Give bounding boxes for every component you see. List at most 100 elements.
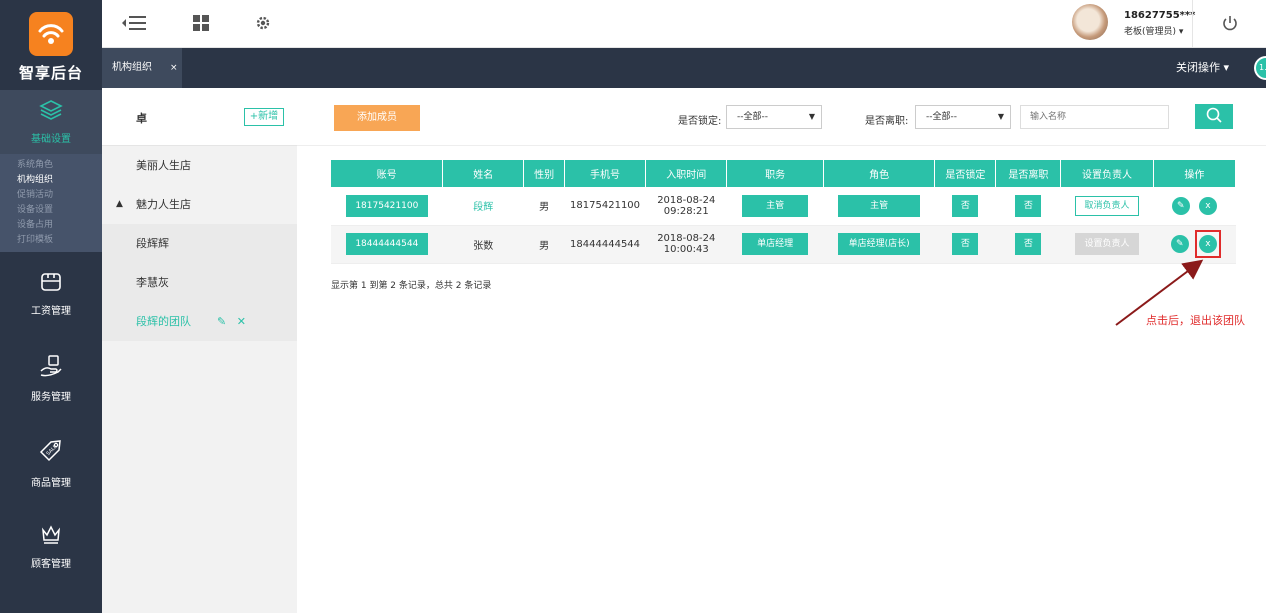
- left-filter-select[interactable]: --全部-- ▼: [915, 105, 1011, 129]
- member-name: 张数: [442, 225, 524, 264]
- edit-icon[interactable]: ✎: [1170, 235, 1189, 253]
- col-phone: 手机号: [564, 160, 647, 187]
- tree-item-label: 美丽人生店: [136, 159, 191, 172]
- tree-item-meili-rensheng[interactable]: ▲ 魅力人生店: [102, 185, 297, 224]
- table-row: 18444444544 张数 男 18444444544 2018-08-24 …: [331, 225, 1236, 264]
- tree-header: 卓 +新增: [102, 88, 297, 146]
- hire-date-cell: 2018-08-24 10:00:43: [645, 225, 727, 264]
- tree-root-label: 卓: [136, 112, 147, 125]
- grid-apps-icon[interactable]: [192, 14, 210, 35]
- power-icon[interactable]: [1221, 14, 1239, 35]
- role-button[interactable]: 主管: [838, 194, 921, 217]
- gender-cell: 男: [523, 225, 565, 264]
- quit-team-icon[interactable]: x: [1198, 196, 1217, 215]
- avatar[interactable]: [1072, 4, 1108, 40]
- table-header-row: 账号 姓名 性别 手机号 入职时间 职务 角色 是否锁定 是否离职 设置负责人 …: [331, 160, 1237, 187]
- nav-customers[interactable]: 顾客管理: [0, 504, 102, 588]
- delete-icon[interactable]: ✕: [237, 315, 246, 328]
- tree-item-duanhuihui[interactable]: 段辉辉: [102, 224, 297, 263]
- tree-item-lihuihui[interactable]: 李慧灰: [102, 263, 297, 302]
- phone-cell: 18444444544: [564, 225, 646, 264]
- position-button[interactable]: 单店经理: [742, 233, 809, 255]
- col-name: 姓名: [442, 160, 525, 187]
- hire-date-cell: 2018-08-24 09:28:21: [645, 187, 727, 226]
- tab-label: 机构组织: [112, 62, 152, 73]
- chevron-down-icon: ▼: [997, 112, 1004, 121]
- nav-basic-settings[interactable]: 基础设置: [0, 90, 102, 154]
- sub-nav-system-roles[interactable]: 系统角色: [0, 158, 102, 173]
- left-filter-label: 是否离职:: [865, 116, 909, 127]
- sub-nav-device-usage[interactable]: 设备占用: [0, 218, 102, 233]
- tree-item-label: 段辉辉: [136, 237, 169, 250]
- cancel-leader-button[interactable]: 取消负责人: [1075, 195, 1140, 216]
- nav-label: 商品管理: [31, 478, 71, 489]
- tree-item-duanhui-team[interactable]: 段辉的团队 ✎ ✕: [102, 302, 297, 341]
- account-button[interactable]: 18444444544: [345, 233, 428, 255]
- top-header: 18627755*** 老板(管理员) ▾: [102, 0, 1266, 48]
- close-icon[interactable]: ×: [170, 48, 178, 88]
- floating-badge[interactable]: 1.2: [1254, 56, 1266, 80]
- locked-filter-label: 是否锁定:: [678, 116, 722, 127]
- sub-nav-device-settings[interactable]: 设备设置: [0, 203, 102, 218]
- locked-toggle[interactable]: 否: [952, 194, 979, 217]
- left-toggle[interactable]: 否: [1015, 194, 1042, 217]
- locked-filter-select[interactable]: --全部-- ▼: [726, 105, 822, 129]
- members-table: 账号 姓名 性别 手机号 入职时间 职务 角色 是否锁定 是否离职 设置负责人 …: [331, 160, 1237, 264]
- org-tree-panel: 卓 +新增 美丽人生店 ▲ 魅力人生店 段辉辉 李慧灰 段辉的团队 ✎ ✕: [102, 88, 297, 613]
- collapse-menu-icon[interactable]: [120, 14, 148, 35]
- left-toggle[interactable]: 否: [1015, 233, 1042, 255]
- layers-icon: [39, 99, 63, 124]
- select-value: --全部--: [737, 112, 768, 122]
- add-member-button[interactable]: 添加成员: [334, 105, 420, 131]
- nav-products[interactable]: SALE 商品管理: [0, 420, 102, 504]
- user-name[interactable]: 18627755***: [1124, 10, 1195, 21]
- hire-time: 10:00:43: [663, 244, 709, 255]
- col-role: 角色: [823, 160, 936, 187]
- locked-toggle[interactable]: 否: [952, 233, 979, 255]
- crown-icon: [39, 522, 63, 549]
- main-content: 添加成员 是否锁定: --全部-- ▼ 是否离职: --全部-- ▼ 输入名称 …: [297, 88, 1266, 613]
- tree-item-tools: ✎ ✕: [217, 302, 246, 341]
- gender-cell: 男: [523, 187, 565, 226]
- user-role-dropdown[interactable]: 老板(管理员) ▾: [1124, 24, 1183, 37]
- gear-icon[interactable]: [254, 14, 272, 35]
- edit-icon[interactable]: ✎: [217, 315, 226, 328]
- search-button[interactable]: [1195, 104, 1233, 129]
- sub-nav-org[interactable]: 机构组织: [0, 173, 102, 188]
- col-hire-date: 入职时间: [645, 160, 728, 187]
- close-operations-dropdown[interactable]: 关闭操作 ▾: [1176, 48, 1229, 88]
- search-icon: [1205, 106, 1223, 127]
- caret-up-icon[interactable]: ▲: [116, 185, 123, 224]
- add-node-button[interactable]: +新增: [244, 108, 284, 126]
- actions-cell: ✎ x: [1153, 225, 1236, 264]
- edit-icon[interactable]: ✎: [1171, 196, 1190, 215]
- member-name-link[interactable]: 段辉: [473, 202, 493, 213]
- logo: 智享后台: [0, 0, 102, 90]
- account-button[interactable]: 18175421100: [345, 194, 428, 217]
- tab-org[interactable]: 机构组织 ×: [102, 48, 182, 88]
- role-button[interactable]: 单店经理(店长): [838, 233, 921, 255]
- col-locked: 是否锁定: [934, 160, 997, 187]
- sidebar: 智享后台 基础设置 系统角色 机构组织 促销活动 设备设置 设备占用 打印模板 …: [0, 0, 102, 613]
- nav-label: 顾客管理: [31, 559, 71, 570]
- set-leader-button[interactable]: 设置负责人: [1075, 233, 1140, 255]
- actions-cell: ✎ x: [1153, 187, 1236, 226]
- divider: [1192, 0, 1193, 48]
- col-account: 账号: [331, 160, 444, 187]
- brand-name: 智享后台: [18, 64, 83, 82]
- nav-label: 工资管理: [31, 306, 71, 317]
- table-row: 18175421100 段辉 男 18175421100 2018-08-24 …: [331, 187, 1236, 226]
- sub-nav: 系统角色 机构组织 促销活动 设备设置 设备占用 打印模板: [0, 154, 102, 252]
- filter-toolbar: 添加成员 是否锁定: --全部-- ▼ 是否离职: --全部-- ▼: [297, 88, 1266, 146]
- name-search-input[interactable]: [1020, 105, 1169, 129]
- quit-team-icon[interactable]: x: [1198, 235, 1217, 253]
- nav-label: 基础设置: [31, 134, 71, 145]
- tree-item-meili[interactable]: 美丽人生店: [102, 146, 297, 185]
- position-button[interactable]: 主管: [742, 194, 809, 217]
- record-summary: 显示第 1 到第 2 条记录，总共 2 条记录: [331, 281, 492, 291]
- nav-salary[interactable]: 工资管理: [0, 252, 102, 336]
- sub-nav-promotions[interactable]: 促销活动: [0, 188, 102, 203]
- nav-service[interactable]: 服务管理: [0, 336, 102, 420]
- wifi-logo-icon: [29, 12, 73, 56]
- sub-nav-print-templates[interactable]: 打印模板: [0, 233, 102, 248]
